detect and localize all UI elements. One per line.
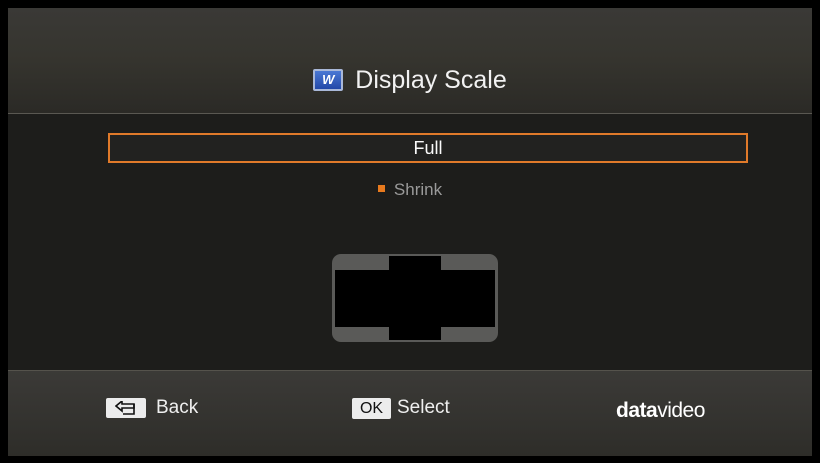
menu-area: Full Shrink <box>8 114 812 370</box>
page-title: W Display Scale <box>8 60 812 100</box>
page-title-text: Display Scale <box>355 65 507 94</box>
select-label: Select <box>397 397 450 418</box>
w-app-icon: W <box>313 69 344 91</box>
back-label: Back <box>156 397 199 418</box>
datavideo-logo: datavideo <box>616 399 705 423</box>
back-button[interactable]: Back <box>106 397 198 419</box>
ok-key: OK <box>352 397 391 419</box>
display-scale-preview <box>332 254 498 342</box>
option-shrink-label: Shrink <box>393 180 443 199</box>
header: W Display Scale <box>8 8 812 114</box>
preview-center <box>389 256 441 340</box>
return-arrow-icon <box>106 398 146 418</box>
screen: W Display Scale Full Shrink Back OK Sele… <box>8 8 812 456</box>
option-full[interactable]: Full <box>108 133 748 163</box>
logo-bold: data <box>616 399 658 422</box>
bullet-icon <box>377 185 385 193</box>
option-shrink[interactable]: Shrink <box>8 180 812 200</box>
footer: Back OK Select datavideo <box>8 370 812 456</box>
select-button[interactable]: OK Select <box>352 397 450 419</box>
logo-light: video <box>657 399 705 422</box>
